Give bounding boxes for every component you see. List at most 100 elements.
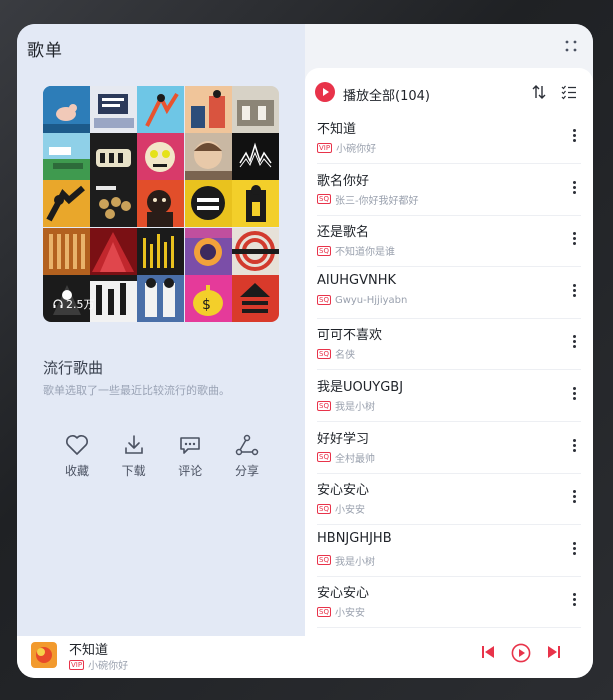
now-playing-title: 不知道 [69, 643, 109, 658]
song-row[interactable]: 还是歌名 SQ 不知道你是谁 [317, 215, 581, 268]
song-artist: 全村最帅 [334, 453, 375, 465]
share-icon [235, 434, 259, 456]
song-row[interactable]: 好好学习 SQ 全村最帅 [317, 422, 581, 474]
app-screen: 歌单 $ 2.5万 流行歌曲 歌单选取了一些最近比较流行的歌曲。 收藏 下载 评… [17, 24, 593, 678]
cover-tile [90, 180, 138, 228]
cover-tile [90, 133, 138, 181]
song-artist: 小安安 [334, 505, 365, 517]
quality-badge: SQ [317, 295, 331, 306]
more-dot [572, 232, 576, 236]
song-more-button[interactable] [571, 541, 577, 559]
more-dot [572, 293, 576, 297]
song-more-button[interactable] [571, 128, 577, 146]
svg-text:$: $ [202, 297, 211, 313]
cover-tile [231, 227, 279, 275]
cover-tile [231, 274, 279, 322]
cover-tile [231, 180, 279, 228]
song-row[interactable]: 歌名你好 SQ 张三-你好我好都好 [317, 164, 581, 216]
cover-tile [43, 227, 90, 275]
song-subtitle: SQ 小安安 [317, 604, 365, 619]
share-button[interactable]: 分享 [227, 434, 267, 484]
song-row[interactable]: HBNJGHJHB SQ 我是小树 [317, 525, 581, 577]
more-dot [572, 500, 576, 504]
song-row[interactable]: 我是UOUYGBJ SQ 我是小树 [317, 370, 581, 422]
cover-tile [184, 133, 232, 181]
play-all-button[interactable]: 播放全部(104) [343, 85, 430, 104]
song-subtitle: SQ 全村最帅 [317, 450, 375, 465]
play-count: 2.5万 [53, 296, 95, 312]
song-artist: 小碗你好 [336, 144, 377, 155]
song-artist: 不知道你是谁 [334, 247, 395, 259]
cover-tile [90, 227, 138, 275]
play-all-icon[interactable] [315, 82, 335, 102]
song-row[interactable]: 安心安心 SQ 小安安 [317, 576, 581, 629]
song-row[interactable]: AIUHGVNHK SQ Gwyu-Hjjiyabn [317, 267, 581, 319]
more-dot [572, 345, 576, 349]
cover-tile [90, 86, 138, 133]
song-artist: 小安安 [334, 608, 365, 620]
song-artist: 我是小树 [334, 556, 375, 568]
comment-button[interactable]: 评论 [170, 434, 210, 484]
more-dot [572, 283, 576, 287]
more-dot [572, 392, 576, 395]
song-title: 可可不喜欢 [317, 328, 383, 344]
quality-badge: VIP [317, 142, 333, 153]
download-label: 下载 [121, 464, 146, 478]
song-more-button[interactable] [571, 489, 577, 507]
quality-badge: SQ [317, 606, 331, 617]
cover-tile [137, 227, 185, 275]
vip-badge: VIP [69, 659, 85, 670]
download-button[interactable]: 下载 [114, 434, 154, 484]
quality-badge: SQ [317, 245, 331, 256]
now-playing-cover[interactable] [31, 642, 57, 668]
more-dot [572, 448, 576, 452]
sort-icon[interactable] [531, 84, 547, 100]
grid-dots-icon [565, 40, 577, 52]
comment-label: 评论 [178, 464, 203, 478]
song-list-header: 播放全部(104) [315, 82, 585, 106]
download-icon [124, 435, 143, 454]
song-more-button[interactable] [571, 231, 577, 249]
song-more-button[interactable] [571, 386, 577, 404]
song-more-button[interactable] [571, 592, 577, 610]
song-title: 我是UOUYGBJ [317, 380, 404, 395]
page-title: 歌单 [27, 41, 63, 61]
cover-tile [43, 180, 90, 228]
cover-tile [137, 180, 185, 228]
more-options-button[interactable] [563, 38, 579, 54]
quality-badge: SQ [317, 452, 331, 463]
favorite-button[interactable]: 收藏 [57, 434, 97, 484]
more-dot [572, 443, 576, 447]
song-artist: 我是小树 [334, 402, 375, 413]
more-dot [572, 190, 576, 194]
song-more-button[interactable] [571, 438, 577, 456]
more-dot [572, 397, 576, 400]
more-dot [572, 541, 576, 545]
more-dot [572, 139, 576, 142]
song-row[interactable]: 可可不喜欢 SQ 名侠 [317, 318, 581, 371]
more-dot [572, 490, 576, 494]
playlist-cover[interactable]: $ [43, 86, 279, 322]
multi-select-icon[interactable] [561, 84, 577, 100]
song-row[interactable]: 安心安心 SQ 小安安 [317, 473, 581, 526]
song-subtitle: SQ 张三-你好我好都好 [317, 192, 419, 207]
mini-player[interactable]: 不知道 VIP 小碗你好 [17, 636, 593, 678]
song-more-button[interactable] [571, 283, 577, 301]
song-artist: 张三-你好我好都好 [334, 195, 419, 207]
heart-icon [66, 435, 88, 455]
song-more-button[interactable] [571, 180, 577, 198]
more-dot [572, 603, 576, 607]
song-title: HBNJGHJHB [317, 530, 392, 546]
now-playing-subtitle: VIP 小碗你好 [69, 657, 128, 672]
quality-badge: SQ [317, 555, 331, 566]
song-subtitle: SQ 我是小树 [317, 398, 375, 413]
song-row[interactable]: 不知道 VIP 小碗你好 [317, 112, 581, 164]
song-more-button[interactable] [571, 334, 577, 352]
next-track-icon[interactable] [547, 645, 561, 659]
cover-tile [231, 133, 279, 181]
previous-track-icon[interactable] [481, 645, 495, 659]
more-dot [572, 180, 576, 184]
play-pause-icon[interactable] [511, 643, 531, 663]
play-count-value: 2.5万 [66, 298, 95, 311]
more-dot [572, 593, 576, 597]
